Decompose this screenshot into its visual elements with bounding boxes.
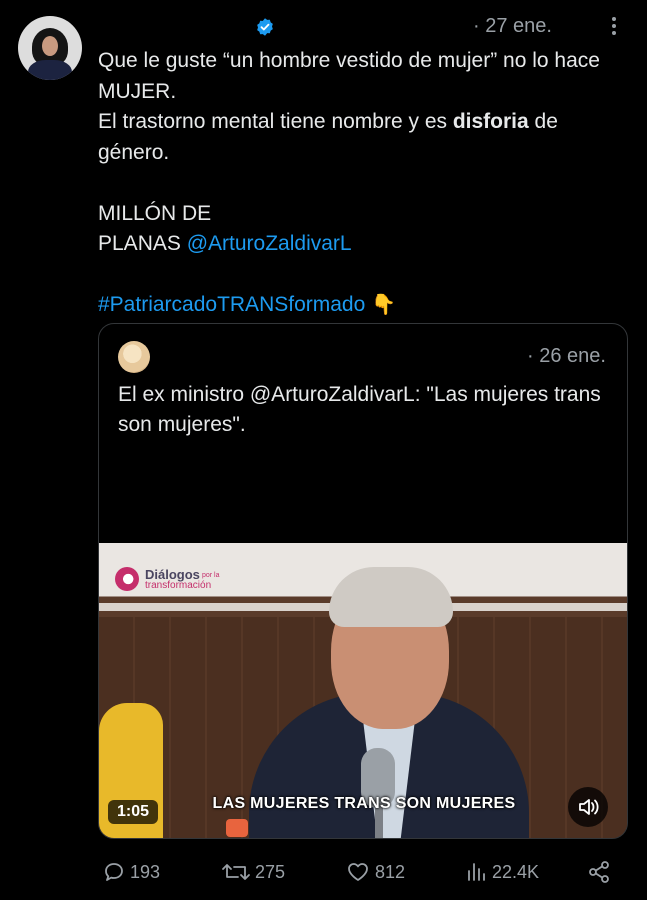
like-count: 812 <box>375 861 406 882</box>
bold-word: disforia <box>452 110 529 133</box>
repost-icon <box>222 864 250 880</box>
author-handle-redacted <box>290 18 470 36</box>
tweet-line-3: MILLÓN DE <box>98 201 212 225</box>
mention-link[interactable]: @ArturoZaldivarL <box>187 232 352 255</box>
mute-button[interactable] <box>568 787 608 827</box>
heart-icon <box>348 863 368 881</box>
quoted-author-redacted <box>157 346 517 364</box>
reply-button[interactable]: 193 <box>102 858 160 886</box>
more-options-icon[interactable] <box>604 14 624 38</box>
share-icon <box>589 861 609 883</box>
video-duration: 1:05 <box>108 800 159 824</box>
author-avatar[interactable] <box>18 16 82 80</box>
hashtag-link[interactable]: #PatriarcadoTRANSformado <box>98 293 365 316</box>
quoted-author-avatar[interactable] <box>118 341 150 373</box>
tweet-line-2: El trastorno mental tiene nombre y es di… <box>98 110 564 164</box>
quoted-tweet-date[interactable]: · 26 ene. <box>527 345 606 368</box>
channel-logo-icon <box>115 567 139 591</box>
tweet-date[interactable]: · 27 ene. <box>473 15 552 38</box>
logo-subtitle: transformación <box>145 580 212 591</box>
pointing-down-emoji: 👇 <box>371 294 397 316</box>
like-button[interactable]: 812 <box>345 858 405 886</box>
speaker-muted-icon <box>579 799 599 815</box>
views-button[interactable]: 22.4K <box>464 858 539 886</box>
views-chart-icon <box>468 863 485 881</box>
action-bar: 193 275 812 22.4K <box>98 858 618 886</box>
author-name-redacted <box>98 18 253 36</box>
reply-count: 193 <box>130 861 161 882</box>
views-count: 22.4K <box>492 861 540 882</box>
tweet-text: Que le guste “un hombre vestido de mujer… <box>98 46 618 321</box>
quoted-tweet[interactable]: · 26 ene. El ex ministro @ArturoZaldivar… <box>98 323 628 839</box>
verified-badge-icon <box>257 18 273 36</box>
tweet[interactable]: · 27 ene. Que le guste “un hombre vestid… <box>0 0 647 900</box>
quoted-tweet-text: El ex ministro @ArturoZaldivarL: "Las mu… <box>118 383 601 436</box>
logo-por: por la <box>202 572 220 579</box>
video-player[interactable]: Diálogos por la transformación LAS MUJER… <box>99 543 627 838</box>
video-caption: LAS MUJERES TRANS SON MUJERES <box>212 795 516 812</box>
reply-icon <box>105 863 123 881</box>
repost-count: 275 <box>255 861 286 882</box>
repost-button[interactable]: 275 <box>221 858 285 886</box>
tweet-line-1: Que le guste “un hombre vestido de mujer… <box>98 49 606 103</box>
share-button[interactable] <box>586 858 612 886</box>
